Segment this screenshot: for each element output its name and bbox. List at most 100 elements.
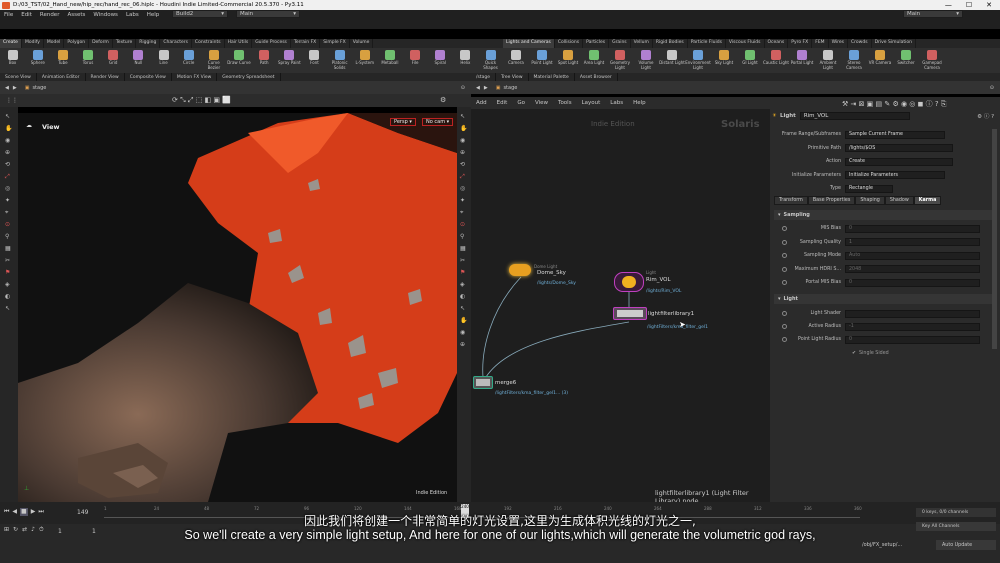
network-side-tool-1-icon[interactable]: ✋ — [460, 125, 467, 132]
shelf-tool-grid[interactable]: Grid — [101, 50, 126, 66]
param-field[interactable]: 0 — [845, 278, 980, 287]
shelf-tool-spot-light[interactable]: Spot Light — [555, 50, 581, 66]
pin-icon[interactable]: ⊙ — [461, 85, 465, 91]
desktop-main-dropdown[interactable]: Main ▾ — [236, 10, 300, 18]
shelf-tool-gi-light[interactable]: GI Light — [737, 50, 763, 66]
shelf-tab-deform[interactable]: Deform — [89, 39, 113, 48]
shelf-tab-simple-fx[interactable]: Simple FX — [320, 39, 350, 48]
shelf-tab-drive-simulation[interactable]: Drive Simulation — [872, 39, 916, 48]
shelf-tool-area-light[interactable]: Area Light — [581, 50, 607, 66]
shelf-tool-path[interactable]: Path — [252, 50, 277, 66]
param-node-icons[interactable]: ⚙ ⓘ ? — [977, 112, 994, 120]
viewport-left-tool-15-icon[interactable]: ◐ — [5, 293, 10, 300]
menu-edit[interactable]: Edit — [17, 12, 36, 18]
viewport-left-tool-11-icon[interactable]: ▦ — [5, 245, 11, 252]
param-field[interactable]: /lights/$OS — [845, 144, 953, 152]
pane-tab-motion-fx-view[interactable]: Motion FX View — [172, 73, 218, 81]
shelf-tab-constraints[interactable]: Constraints — [192, 39, 225, 48]
shelf-tool-l-system[interactable]: L-System — [352, 50, 377, 66]
pane-tab-asset-browser[interactable]: Asset Browser — [575, 73, 618, 81]
light-section[interactable]: ▾ Light — [774, 294, 996, 304]
network-menu-view[interactable]: View — [530, 100, 553, 106]
shelf-tool-ambient-light[interactable]: Ambient Light — [815, 50, 841, 70]
shelf-tool-helix[interactable]: Helix — [453, 50, 478, 66]
network-side-tool-10-icon[interactable]: ⚲ — [460, 233, 464, 240]
param-tab-base-properties[interactable]: Base Properties — [807, 196, 856, 205]
param-field[interactable]: Auto — [845, 251, 980, 260]
pane-tab-geometry-spreadsheet[interactable]: Geometry Spreadsheet — [217, 73, 281, 81]
network-menu-tools[interactable]: Tools — [553, 100, 577, 106]
param-field[interactable]: 2048 — [845, 265, 980, 273]
param-field[interactable]: -1 — [845, 322, 980, 331]
shelf-tool-box[interactable]: Box — [0, 50, 25, 66]
viewport-left-tool-1-icon[interactable]: ✋ — [5, 125, 12, 132]
pane-tab-composite-view[interactable]: Composite View — [125, 73, 172, 81]
pane-tab-material-palette[interactable]: Material Palette — [529, 73, 575, 81]
network-menu-layout[interactable]: Layout — [577, 100, 606, 106]
shelf-tool-vr-camera[interactable]: VR Camera — [867, 50, 893, 66]
param-field[interactable]: Initialize Parameters — [845, 171, 945, 179]
param-field[interactable]: Rectangle — [845, 184, 893, 193]
network-side-tool-4-icon[interactable]: ⟲ — [460, 161, 465, 168]
param-tab-shadow[interactable]: Shadow — [884, 196, 914, 205]
network-side-tool-7-icon[interactable]: ✦ — [460, 197, 465, 204]
shelf-tab-particles[interactable]: Particles — [583, 39, 610, 48]
shelf-tool-sphere[interactable]: Sphere — [25, 50, 50, 66]
shelf-tool-quick-shapes[interactable]: Quick Shapes — [478, 50, 503, 70]
viewport-left-tool-8-icon[interactable]: ⌖ — [5, 209, 8, 217]
shelf-tab-volume[interactable]: Volume — [350, 39, 374, 48]
shelf-tool-camera[interactable]: Camera — [503, 50, 529, 66]
pane-tab--stage[interactable]: /stage — [471, 73, 497, 81]
shelf-tool-gamepad-camera[interactable]: Gamepad Camera — [919, 50, 945, 70]
viewport-left-tool-5-icon[interactable]: ⤢ — [5, 173, 10, 181]
shelf-tab-crowds[interactable]: Crowds — [848, 39, 872, 48]
minimize-button[interactable]: — — [945, 1, 952, 9]
shelf-tab-characters[interactable]: Characters — [160, 39, 192, 48]
network-side-tool-0-icon[interactable]: ↖ — [460, 113, 465, 120]
menu-assets[interactable]: Assets — [63, 12, 89, 18]
node-merge6[interactable] — [473, 376, 493, 389]
pane-tab-scene-view[interactable]: Scene View — [0, 73, 37, 81]
param-field[interactable]: Create — [845, 157, 953, 166]
param-tab-transform[interactable]: Transform — [774, 196, 808, 205]
network-path-label[interactable]: stage — [503, 85, 517, 91]
network-forward-icon[interactable]: ▶ — [484, 85, 488, 91]
shelf-tool-spray-paint[interactable]: Spray Paint — [277, 50, 302, 66]
viewport-left-tool-0-icon[interactable]: ↖ — [5, 113, 10, 120]
param-field[interactable]: 1 — [845, 238, 980, 246]
network-side-tool-15-icon[interactable]: ◐ — [460, 293, 465, 300]
shelf-tab-viscous-fluids[interactable]: Viscous Fluids — [726, 39, 765, 48]
menu-render[interactable]: Render — [36, 12, 64, 18]
viewport-left-tool-3-icon[interactable]: ⊕ — [5, 149, 10, 156]
network-side-tool-9-icon[interactable]: ⊙ — [460, 221, 465, 228]
camera-menu[interactable]: No cam ▾ — [422, 118, 454, 126]
shelf-tool-portal-light[interactable]: Portal Light — [789, 50, 815, 66]
param-field[interactable] — [845, 309, 980, 318]
single-sided-row[interactable]: ✔ Single Sided — [770, 348, 1000, 359]
shelf-tool-sky-light[interactable]: Sky Light — [711, 50, 737, 66]
shelf-tool-curve-bezier[interactable]: Curve Bezier — [201, 50, 226, 70]
shelf-tool-distant-light[interactable]: Distant Light — [659, 50, 685, 66]
shelf-tab-modify[interactable]: Modify — [22, 39, 44, 48]
viewport-left-tool-10-icon[interactable]: ⚲ — [5, 233, 9, 240]
network-side-tool-11-icon[interactable]: ▦ — [460, 245, 466, 252]
desktop-right-dropdown[interactable]: Main ▾ — [903, 10, 963, 18]
shelf-tool-environment-light[interactable]: Environment Light — [685, 50, 711, 70]
network-back-icon[interactable]: ◀ — [476, 85, 480, 91]
network-side-tool-14-icon[interactable]: ◈ — [460, 281, 465, 288]
network-side-tool-13-icon[interactable]: ⚑ — [460, 269, 465, 276]
network-side-tool-17-icon[interactable]: ✋ — [460, 317, 467, 324]
shelf-tab-vellum[interactable]: Vellum — [631, 39, 653, 48]
shelf-tool-font[interactable]: Font — [302, 50, 327, 66]
viewport-left-tool-12-icon[interactable]: ✂ — [5, 257, 10, 264]
shelf-tab-particle-fluids[interactable]: Particle Fluids — [688, 39, 726, 48]
shelf-tool-metaball[interactable]: Metaball — [377, 50, 402, 66]
viewport-left-tool-13-icon[interactable]: ⚑ — [5, 269, 10, 276]
shelf-tool-null[interactable]: Null — [126, 50, 151, 66]
shelf-tool-geometry-light[interactable]: Geometry Light — [607, 50, 633, 70]
persp-menu[interactable]: Persp ▾ — [390, 118, 416, 126]
network-menu-add[interactable]: Add — [471, 100, 492, 106]
shelf-tab-model[interactable]: Model — [44, 39, 65, 48]
shelf-tool-spiral[interactable]: Spiral — [428, 50, 453, 66]
shelf-tab-wires[interactable]: Wires — [829, 39, 849, 48]
